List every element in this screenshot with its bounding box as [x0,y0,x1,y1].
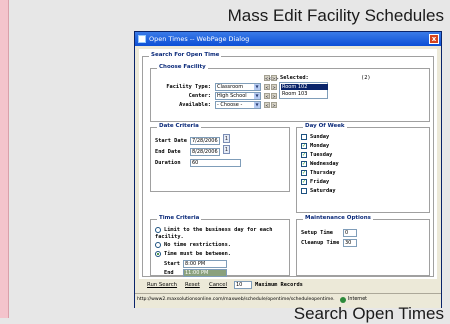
start-date-input[interactable]: 7/28/2006 [190,137,220,145]
day-label: Friday [310,179,330,185]
duration-label: Duration [155,160,181,166]
available-label: Available: [179,102,211,108]
slide-left-stripe [0,0,8,318]
window-icon [138,35,146,43]
max-records-input[interactable]: 10 [234,281,252,289]
maintenance-legend: Maintenance Options [303,215,373,221]
center-value: High School [217,93,247,99]
choose-facility-legend: Choose Facility [157,64,208,70]
no-time-restrictions-label: No time restrictions. [164,242,231,248]
date-criteria-legend: Date Criteria [157,123,201,129]
end-date-label: End Date [155,149,181,155]
move-all-right-button[interactable]: >> [271,75,279,81]
business-day-label: Limit to the business day for each [164,227,273,233]
facility-type-value: Classroom [217,84,244,90]
cleanup-time-label: Cleanup Time [301,240,340,246]
selected-item[interactable]: Room 103 [281,91,307,97]
day-label: Tuesday [310,152,333,158]
end-time-label: End [164,270,174,276]
setup-time-input[interactable]: 0 [343,229,357,237]
cancel-button[interactable]: Cancel [209,281,227,289]
center-select[interactable]: High School ▼ [215,92,261,100]
status-zone: Internet [348,297,368,302]
slide-footer: Search Open Times [293,304,444,323]
end-time-input[interactable]: 11:00 PM [183,269,227,277]
sunday-checkbox[interactable] [301,134,307,140]
search-legend: Search For Open Time [149,52,222,58]
start-time-input[interactable]: 8:00 PM [183,260,227,268]
time-between-radio[interactable] [155,251,161,257]
thursday-checkbox[interactable]: ✓ [301,170,307,176]
close-icon[interactable]: x [429,34,439,44]
move-right-button-2[interactable]: > [271,93,277,99]
date-criteria-fieldset: Date Criteria Start Date 7/28/2006 1 End… [150,123,290,192]
no-time-restrictions-radio[interactable] [155,242,161,248]
move-left-button-2[interactable]: < [264,93,270,99]
slide-title: Mass Edit Facility Schedules [227,6,444,25]
max-records-label: Maximum Records [255,282,303,288]
day-label: Saturday [310,188,336,194]
chevron-down-icon: ▼ [254,102,260,108]
dialog-title: Open Times -- WebPage Dialog [149,35,250,43]
move-left-button[interactable]: < [264,84,270,90]
chevron-down-icon: ▼ [254,93,260,99]
chevron-down-icon: ▼ [254,84,260,90]
button-bar: Run Search Reset Cancel 10 Maximum Recor… [139,279,437,291]
selected-listbox[interactable]: Room 102 Room 103 [279,82,328,99]
tuesday-checkbox[interactable]: ✓ [301,152,307,158]
dialog-titlebar[interactable]: Open Times -- WebPage Dialog x [135,32,441,46]
start-time-label: Start [164,261,180,267]
available-select[interactable]: - Choose - ▼ [215,101,261,109]
end-date-input[interactable]: 8/28/2006 [190,148,220,156]
facility-type-label: Facility Type: [166,84,211,90]
wednesday-checkbox[interactable]: ✓ [301,161,307,167]
monday-checkbox[interactable]: ✓ [301,143,307,149]
day-of-week-fieldset: Day Of Week Sunday ✓ Monday ✓ Tuesday ✓ … [296,123,430,213]
selected-count: (2) [361,75,371,81]
day-label: Monday [310,143,330,149]
globe-icon [340,297,346,303]
time-criteria-fieldset: Time Criteria Limit to the business day … [150,215,290,277]
choose-facility-fieldset: Choose Facility Facility Type: Classroom… [150,64,430,122]
selected-item[interactable]: Room 102 [281,84,328,90]
move-all-left-button[interactable]: << [264,75,272,81]
friday-checkbox[interactable]: ✓ [301,179,307,185]
cleanup-time-input[interactable]: 30 [343,239,357,247]
maintenance-options-fieldset: Maintenance Options Setup Time 0 Cleanup… [296,215,430,276]
time-between-label: Time must be between. [164,251,231,257]
move-left-button-3[interactable]: < [264,102,270,108]
setup-time-label: Setup Time [301,230,333,236]
run-search-button[interactable]: Run Search [147,281,177,289]
calendar-icon[interactable]: 1 [223,145,230,154]
dialog-content: Search For Open Time Choose Facility Fac… [139,49,437,279]
move-right-button[interactable]: > [271,84,277,90]
day-label: Wednesday [310,161,339,167]
business-day-label-cont: facility. [155,234,184,240]
start-date-label: Start Date [155,138,187,144]
selected-label: Selected: [280,75,309,81]
business-day-radio[interactable] [155,227,161,233]
day-label: Sunday [310,134,330,140]
day-label: Thursday [310,170,336,176]
saturday-checkbox[interactable] [301,188,307,194]
search-fieldset: Search For Open Time Choose Facility Fac… [142,52,434,277]
time-criteria-legend: Time Criteria [157,215,202,221]
duration-input[interactable]: 60 [190,159,241,167]
move-right-button-3[interactable]: > [271,102,277,108]
slide-left-stripe-edge [8,0,9,318]
available-value: - Choose - [217,102,243,108]
calendar-icon[interactable]: 1 [223,134,230,143]
status-url: http://www2.maxsolutionsonline.com/maxwe… [137,297,335,302]
dialog-window: Open Times -- WebPage Dialog x Search Fo… [134,31,442,308]
day-of-week-legend: Day Of Week [303,123,347,129]
center-label: Center: [188,93,211,99]
facility-type-select[interactable]: Classroom ▼ [215,83,261,91]
reset-button[interactable]: Reset [185,281,200,289]
